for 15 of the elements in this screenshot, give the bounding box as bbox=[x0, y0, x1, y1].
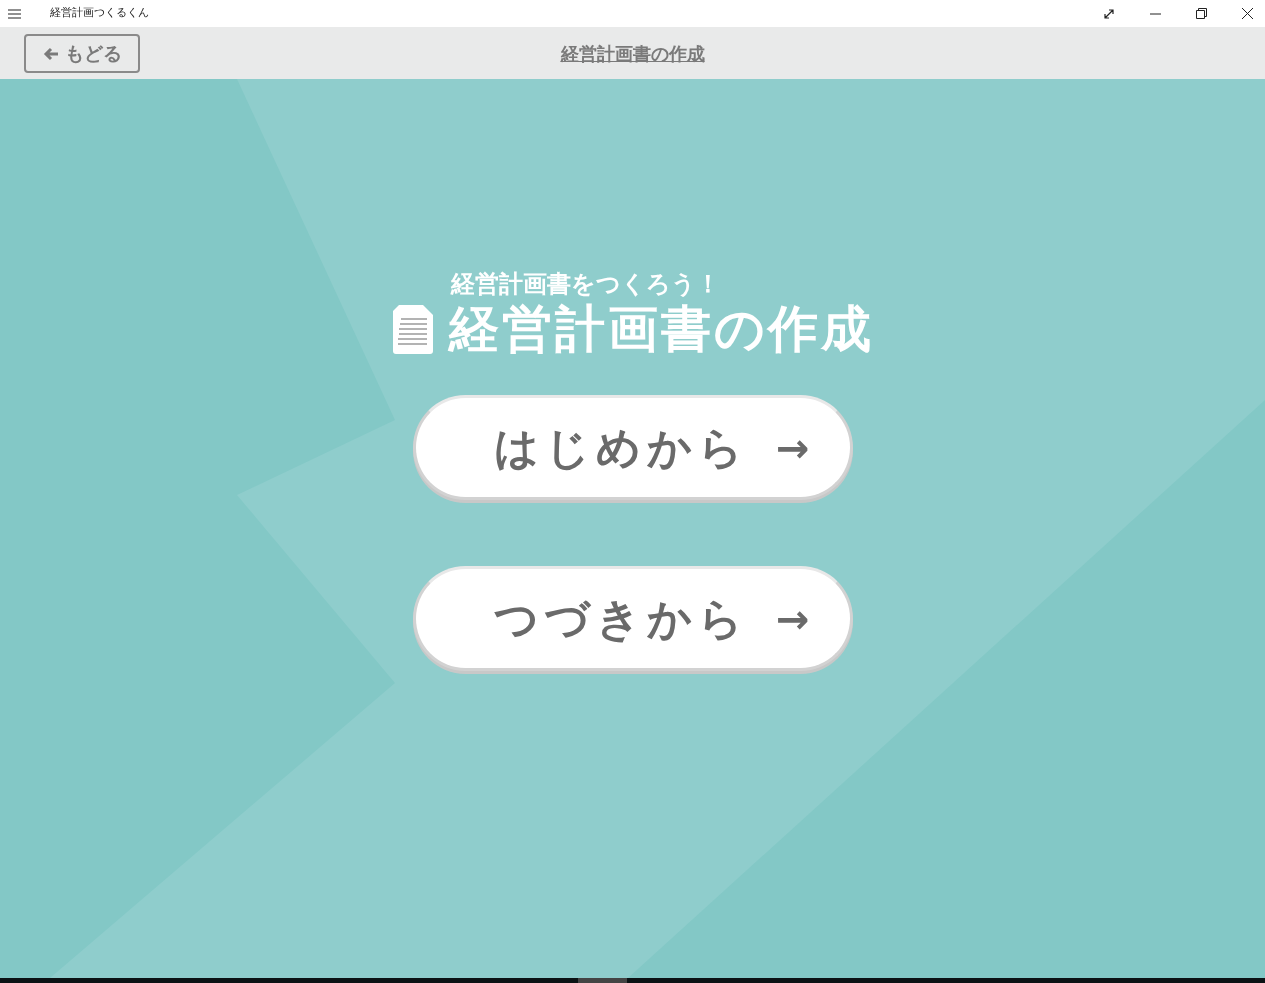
document-icon bbox=[391, 303, 435, 355]
expand-icon[interactable] bbox=[1103, 7, 1115, 20]
main-title: 経営計画書の作成 bbox=[449, 299, 874, 359]
start-option-button[interactable]: はじめから → bbox=[412, 395, 853, 500]
page-title: 経営計画書の作成 bbox=[560, 41, 705, 66]
subtitle: 経営計画書をつくろう！ bbox=[451, 269, 721, 299]
window-title: 経営計画つくるくん bbox=[50, 5, 149, 22]
restore-icon[interactable] bbox=[1196, 8, 1207, 19]
close-icon[interactable] bbox=[1242, 8, 1253, 19]
scroll-thumb[interactable] bbox=[578, 978, 627, 983]
start-option-button[interactable]: つづきから → bbox=[412, 566, 853, 671]
menu-icon[interactable] bbox=[8, 8, 21, 19]
minimize-icon[interactable] bbox=[1150, 12, 1161, 15]
back-button[interactable]: もどる bbox=[24, 34, 140, 73]
arrow-left-icon bbox=[42, 46, 59, 61]
